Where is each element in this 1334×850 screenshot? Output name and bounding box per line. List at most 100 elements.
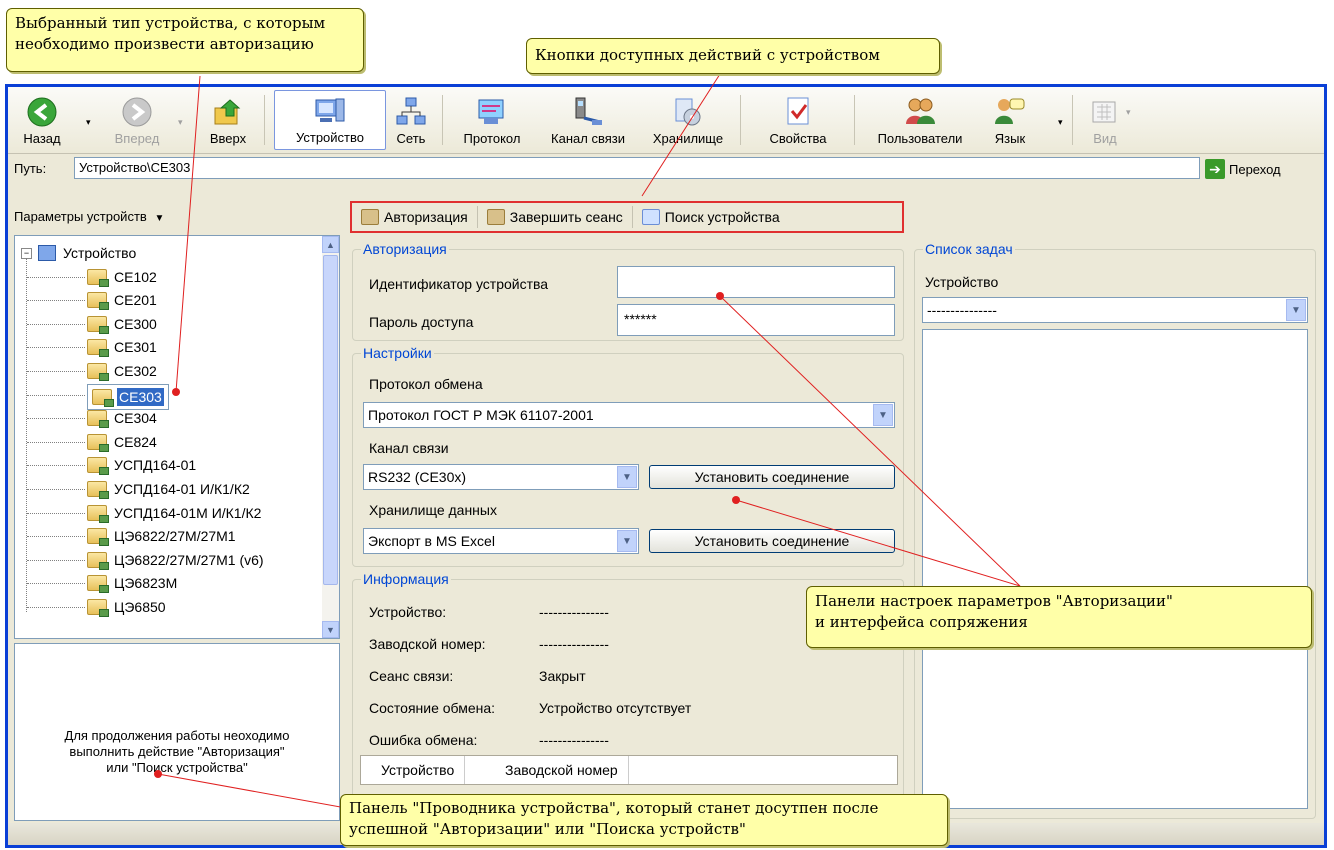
device-tree[interactable]: − Устройство CE102 CE201 CE300 CE301 CE302 CE30… — [14, 235, 340, 639]
back-button[interactable]: Назад — [12, 90, 72, 150]
auth-button[interactable]: Авторизация — [352, 203, 477, 231]
tree-item[interactable]: ЦЭ6822/27М/27М1 — [87, 525, 238, 547]
device-folder-icon — [87, 551, 109, 570]
tasks-list[interactable] — [922, 329, 1308, 809]
properties-check-icon — [781, 96, 815, 128]
toolbar-separator — [264, 95, 265, 145]
connect-storage-button[interactable]: Установить соединение — [649, 529, 895, 553]
info-group-title: Информация — [361, 571, 451, 587]
toolbar-separator — [1072, 95, 1073, 145]
device-folder-icon — [87, 433, 109, 452]
grid-col-device[interactable]: Устройство — [371, 756, 466, 784]
tree-item[interactable]: ЦЭ6850 — [87, 596, 168, 618]
protocol-icon — [475, 96, 509, 128]
device-id-input[interactable] — [617, 266, 895, 298]
tree-item[interactable]: CE304 — [87, 407, 159, 429]
info-label-exchange-error: Ошибка обмена: — [369, 732, 478, 748]
scroll-thumb[interactable] — [323, 255, 338, 585]
up-button[interactable]: Вверх — [200, 90, 256, 150]
search-device-button[interactable]: Поиск устройства — [633, 203, 789, 231]
tree-item[interactable]: CE300 — [87, 313, 159, 335]
connect-channel-button[interactable]: Установить соединение — [649, 465, 895, 489]
phone-channel-icon — [571, 96, 605, 128]
network-button[interactable]: Сеть — [388, 90, 434, 150]
callout-selected-type: Выбранный тип устройства, с которым необ… — [6, 8, 364, 72]
language-icon — [993, 96, 1027, 128]
back-dropdown-icon[interactable]: ▾ — [86, 117, 91, 128]
tree-item[interactable]: CE302 — [87, 360, 159, 382]
language-dropdown-icon[interactable]: ▾ — [1058, 117, 1063, 128]
view-dropdown-icon[interactable]: ▾ — [1126, 107, 1131, 118]
scroll-up-icon[interactable]: ▲ — [322, 236, 339, 253]
tree-guide-line — [27, 276, 85, 278]
protocol-select[interactable]: Протокол ГОСТ Р МЭК 61107-2001 ▼ — [363, 402, 895, 428]
chevron-down-icon[interactable]: ▼ — [617, 466, 637, 488]
tree-guide-line — [27, 323, 85, 325]
chevron-down-icon[interactable]: ▼ — [873, 404, 893, 426]
forward-button[interactable]: Вперед — [102, 90, 172, 150]
storage-select[interactable]: Экспорт в MS Excel ▼ — [363, 528, 639, 554]
computer-icon — [313, 95, 347, 127]
tree-item[interactable]: ЦЭ6823М — [87, 572, 179, 594]
device-folder-icon — [87, 457, 109, 476]
toolbar-separator — [740, 95, 741, 145]
explorer-panel: Для продолжения работы неоходимо выполни… — [14, 643, 340, 821]
storage-button[interactable]: Хранилище — [644, 90, 732, 150]
path-input[interactable]: Устройство\CE303 — [74, 157, 1200, 179]
end-session-button[interactable]: Завершить сеанс — [478, 203, 632, 231]
go-button[interactable]: ➔ Переход — [1205, 158, 1323, 180]
go-arrow-icon: ➔ — [1205, 159, 1225, 179]
channel-button[interactable]: Канал связи — [534, 90, 642, 150]
toolbar-separator — [442, 95, 443, 145]
device-folder-icon — [87, 481, 109, 499]
tasks-device-select[interactable]: --------------- ▼ — [922, 297, 1308, 323]
device-params-menu[interactable]: Параметры устройств ▼ — [14, 209, 164, 224]
tree-guide-line — [27, 536, 85, 538]
info-value-session: Закрыт — [539, 668, 586, 684]
protocol-label: Протокол обмена — [369, 376, 483, 392]
tree-item[interactable]: УСПД164-01М И/К1/К2 — [87, 502, 263, 524]
tasks-group-title: Список задач — [923, 241, 1015, 257]
tree-guide-line — [27, 300, 85, 302]
tree-item[interactable]: CE301 — [87, 336, 159, 358]
device-folder-icon — [87, 268, 109, 287]
computer-icon — [38, 245, 56, 261]
device-folder-icon — [87, 599, 109, 617]
device-folder-icon — [87, 339, 109, 358]
chevron-down-icon: ▼ — [154, 213, 165, 224]
protocol-button[interactable]: Протокол — [452, 90, 532, 150]
chevron-down-icon[interactable]: ▼ — [1286, 299, 1306, 321]
device-button[interactable]: Устройство — [274, 90, 386, 150]
info-label-device: Устройство: — [369, 604, 447, 620]
language-button[interactable]: Язык — [980, 90, 1040, 150]
chevron-down-icon[interactable]: ▼ — [617, 530, 637, 552]
auth-icon — [361, 209, 379, 225]
tree-item[interactable]: CE102 — [87, 266, 159, 288]
storage-disk-icon — [671, 96, 705, 128]
info-value-serial: --------------- — [539, 636, 609, 652]
password-label: Пароль доступа — [369, 314, 474, 330]
collapse-icon[interactable]: − — [21, 247, 32, 259]
password-input[interactable]: ****** — [617, 304, 895, 336]
tree-scrollbar[interactable]: ▲ ▼ — [322, 236, 339, 638]
tree-item[interactable]: CE201 — [87, 289, 159, 311]
device-folder-icon — [87, 410, 109, 429]
forward-dropdown-icon[interactable]: ▾ — [178, 117, 183, 128]
properties-button[interactable]: Свойства — [750, 90, 846, 150]
main-window: Назад ▾ Вперед ▾ Вверх Устройство Сеть П… — [5, 84, 1327, 848]
tree-item[interactable]: CE303 — [87, 383, 169, 410]
view-button[interactable]: Вид — [1080, 90, 1130, 150]
users-button[interactable]: Пользователи — [864, 90, 976, 150]
device-folder-icon — [87, 292, 109, 311]
tree-root[interactable]: − Устройство — [21, 242, 138, 264]
callout-panels: Панели настроек параметров "Авторизации"… — [806, 586, 1312, 648]
tree-item[interactable]: ЦЭ6822/27М/27М1 (v6) — [87, 549, 266, 571]
tasks-device-label: Устройство — [925, 274, 999, 290]
info-label-serial: Заводской номер: — [369, 636, 486, 652]
scroll-down-icon[interactable]: ▼ — [322, 621, 339, 638]
tree-item[interactable]: CE824 — [87, 431, 159, 453]
tree-item[interactable]: УСПД164-01 — [87, 454, 198, 476]
channel-select[interactable]: RS232 (CE30x) ▼ — [363, 464, 639, 490]
tree-item[interactable]: УСПД164-01 И/К1/К2 — [87, 478, 252, 500]
grid-col-serial[interactable]: Заводской номер — [495, 756, 629, 784]
